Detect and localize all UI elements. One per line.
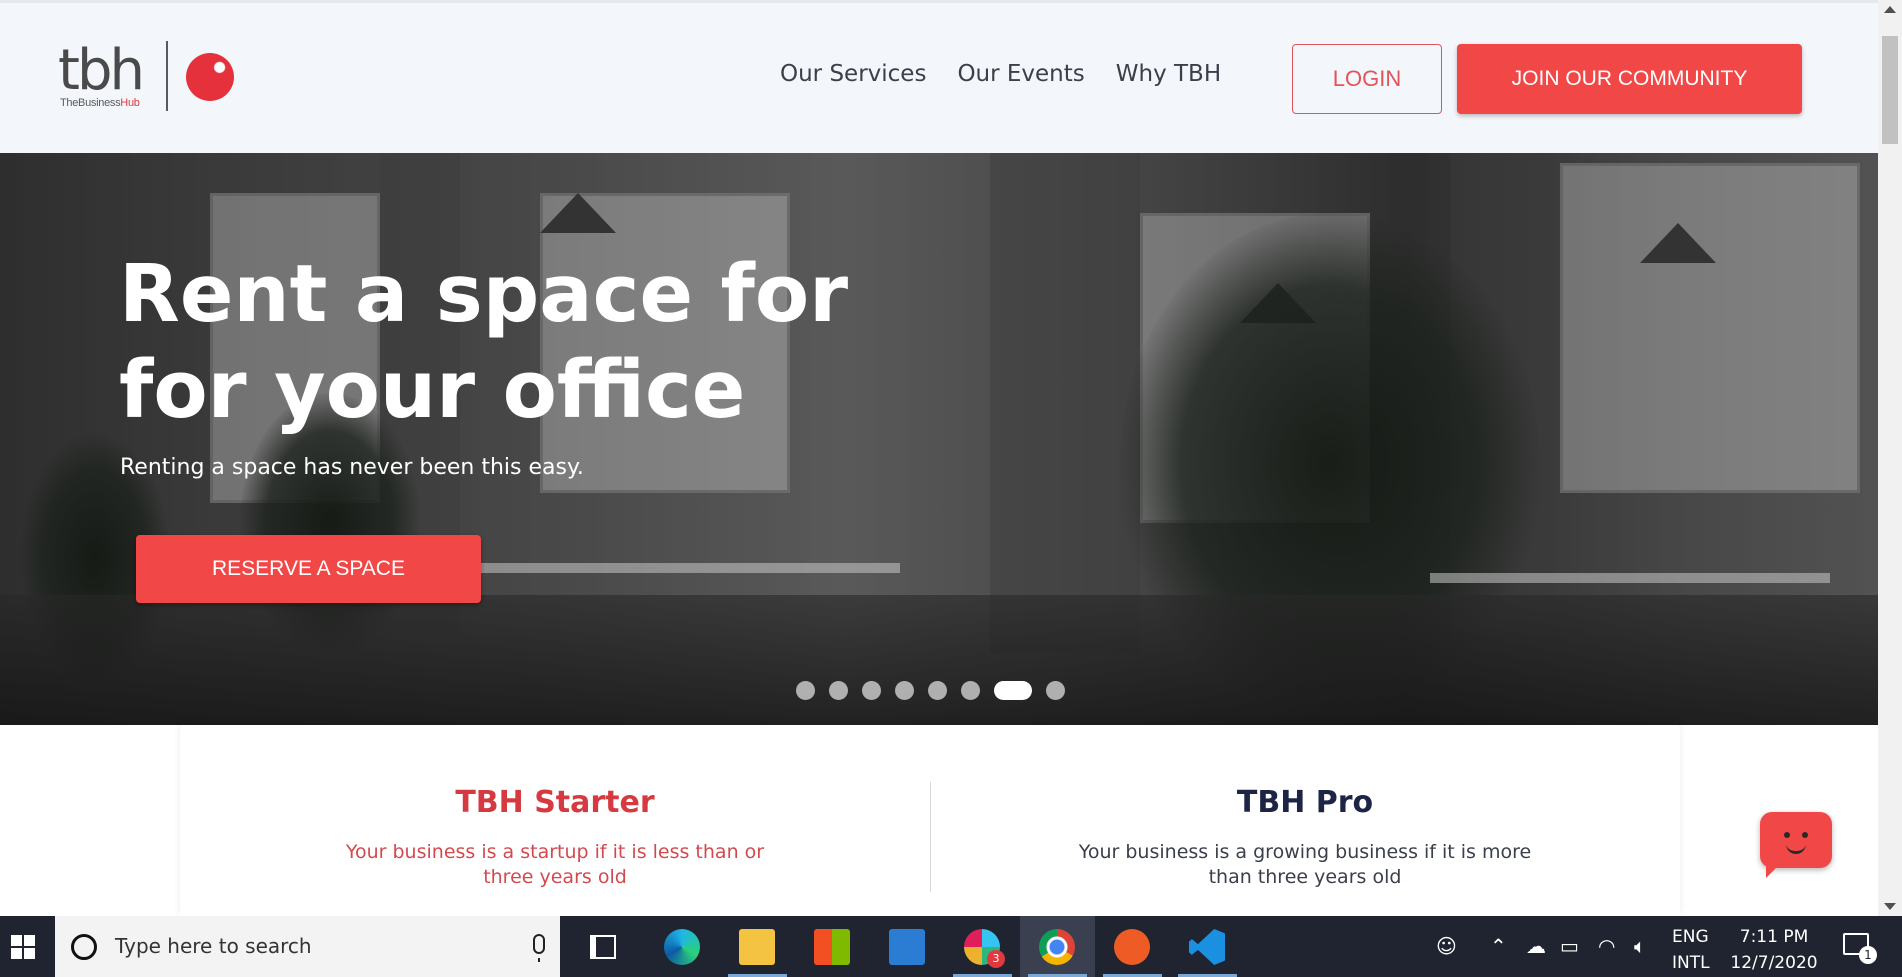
logo-tagline-accent: Hub <box>120 97 140 109</box>
reserve-space-button[interactable]: RESERVE A SPACE <box>136 535 481 603</box>
people-icon[interactable]: ☺ <box>1436 934 1457 958</box>
chat-widget-icon[interactable] <box>1760 812 1832 878</box>
nav-our-services[interactable]: Our Services <box>780 61 926 87</box>
logo-divider <box>166 41 168 111</box>
chevron-up-icon[interactable]: ⌃ <box>1490 934 1507 958</box>
scroll-up-arrow-icon[interactable] <box>1884 6 1896 13</box>
logo-wordmark: tbh <box>58 38 145 103</box>
hero-title: Rent a space for for your office <box>119 246 848 438</box>
carousel-dot[interactable] <box>895 681 914 700</box>
carousel-dot[interactable] <box>862 681 881 700</box>
nav-why-tbh[interactable]: Why TBH <box>1116 61 1221 87</box>
language-line1: ENG <box>1672 927 1709 947</box>
plans-panel: TBH Starter Your business is a startup i… <box>180 725 1680 916</box>
hero-title-line1: Rent a space for <box>119 248 849 340</box>
logo-tagline: TheBusinessHub <box>60 97 140 109</box>
plan-description: Your business is a growing business if i… <box>1078 841 1532 888</box>
carousel-dot[interactable] <box>829 681 848 700</box>
wifi-icon[interactable]: ◠ <box>1598 934 1615 958</box>
clock-date: 12/7/2020 <box>1730 953 1818 973</box>
scroll-thumb[interactable] <box>1882 36 1898 144</box>
notification-count: 1 <box>1859 946 1877 964</box>
plan-card-pro[interactable]: TBH Pro Your business is a growing busin… <box>930 785 1680 890</box>
plan-description: Your business is a startup if it is less… <box>345 841 765 888</box>
carousel-dot[interactable] <box>1046 681 1065 700</box>
system-tray: ☺ ⌃ ☁ ▭ ◠ 🔈︎ ENG INTL 7:11 PM 12/7/2020 … <box>0 916 1902 977</box>
nav-our-events[interactable]: Our Events <box>957 61 1084 87</box>
carousel-dot-active[interactable] <box>994 681 1032 700</box>
volume-icon[interactable]: 🔈︎ <box>1634 934 1646 958</box>
taskbar-clock[interactable]: 7:11 PM 12/7/2020 <box>1722 924 1826 976</box>
battery-icon[interactable]: ▭ <box>1560 934 1579 958</box>
brand-logo[interactable]: tbh TheBusinessHub <box>58 39 238 115</box>
page-scrollbar[interactable] <box>1878 0 1902 916</box>
join-community-button[interactable]: JOIN OUR COMMUNITY <box>1457 44 1802 114</box>
carousel-dot[interactable] <box>928 681 947 700</box>
browser-viewport: tbh TheBusinessHub Our Services Our Even… <box>0 0 1878 916</box>
plan-title: TBH Starter <box>455 785 655 820</box>
carousel-dot[interactable] <box>961 681 980 700</box>
plan-title: TBH Pro <box>1236 785 1374 820</box>
windows-taskbar: Type here to search 3 ☺ ⌃ ☁ ▭ ◠ 🔈︎ ENG I… <box>0 916 1902 977</box>
onedrive-icon[interactable]: ☁ <box>1526 934 1546 958</box>
plan-card-starter[interactable]: TBH Starter Your business is a startup i… <box>180 785 930 890</box>
language-line2: INTL <box>1672 953 1710 973</box>
hero-title-line2: for your office <box>119 344 746 436</box>
carousel-dots <box>796 681 1065 700</box>
logo-tagline-prefix: TheBusiness <box>60 97 121 109</box>
logo-ball-icon <box>186 53 234 101</box>
scroll-down-arrow-icon[interactable] <box>1884 903 1896 910</box>
site-header: tbh TheBusinessHub Our Services Our Even… <box>0 3 1878 153</box>
main-nav: Our Services Our Events Why TBH <box>780 61 1221 87</box>
language-indicator[interactable]: ENG INTL <box>1672 924 1710 976</box>
login-button[interactable]: LOGIN <box>1292 44 1442 114</box>
hero-carousel: Rent a space for for your office Renting… <box>0 153 1878 725</box>
carousel-dot[interactable] <box>796 681 815 700</box>
hero-subtitle: Renting a space has never been this easy… <box>120 455 584 480</box>
clock-time: 7:11 PM <box>1739 927 1809 947</box>
